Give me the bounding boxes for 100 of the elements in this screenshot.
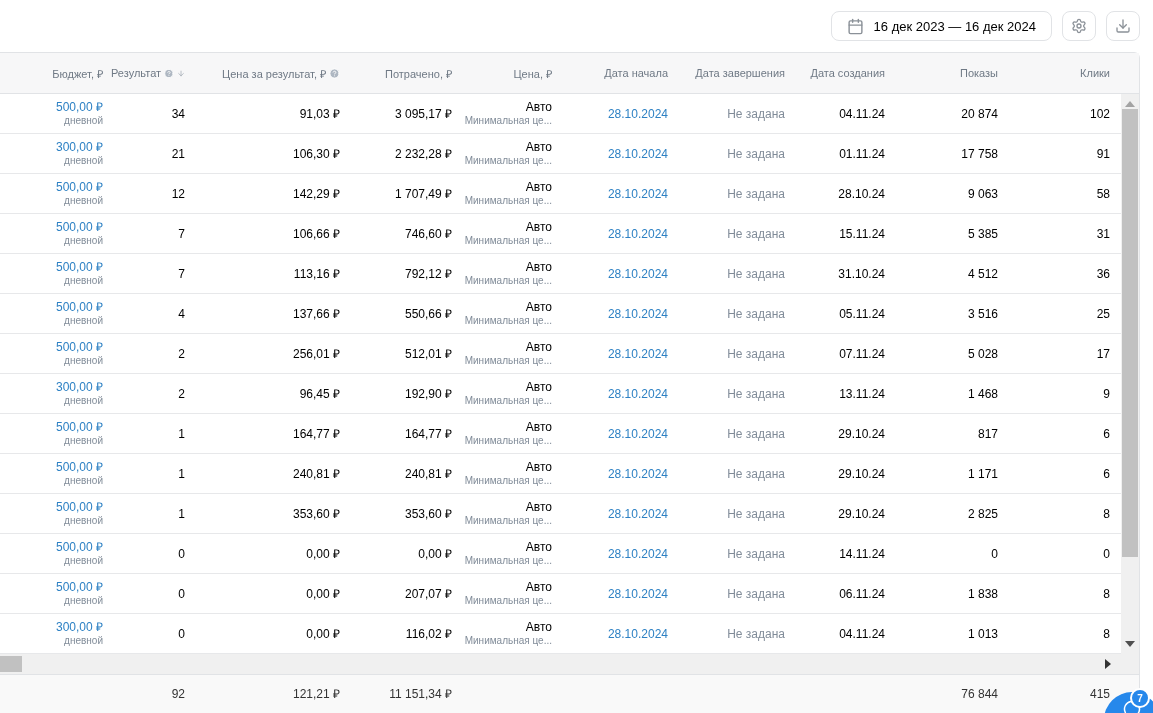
table-cell: 17 758	[961, 146, 998, 161]
budget-link[interactable]: 500,00 ₽	[55, 459, 103, 474]
column-header[interactable]: Дата начала	[560, 53, 676, 93]
budget-link[interactable]: 500,00 ₽	[55, 499, 103, 514]
price-note: Минимальная це...	[464, 273, 552, 288]
table-cell: 512,01 ₽	[404, 346, 452, 361]
column-header[interactable]: Цена, ₽	[460, 53, 560, 93]
start-date-link[interactable]: 28.10.2024	[607, 546, 668, 561]
start-date-link[interactable]: 28.10.2024	[607, 306, 668, 321]
price-value: Авто	[525, 339, 552, 354]
start-date-link[interactable]: 28.10.2024	[607, 426, 668, 441]
table-cell: 817	[977, 426, 998, 441]
table-cell: 353,60 ₽	[292, 506, 340, 521]
column-header[interactable]: Дата завершения	[676, 53, 793, 93]
help-icon[interactable]	[164, 67, 174, 79]
end-date: Не задана	[727, 346, 785, 361]
table-cell: 1 838	[967, 586, 998, 601]
budget-link[interactable]: 500,00 ₽	[55, 259, 103, 274]
start-date-link[interactable]: 28.10.2024	[607, 186, 668, 201]
table-cell: 1	[178, 506, 185, 521]
budget-link[interactable]: 300,00 ₽	[55, 619, 103, 634]
horizontal-scrollbar[interactable]	[0, 654, 1139, 674]
start-date-link[interactable]: 28.10.2024	[607, 226, 668, 241]
download-button[interactable]	[1106, 11, 1140, 41]
table-cell: 8	[1103, 626, 1110, 641]
price-note: Минимальная це...	[464, 593, 552, 608]
column-header[interactable]: Потрачено, ₽	[348, 53, 460, 93]
budget-link[interactable]: 500,00 ₽	[55, 419, 103, 434]
column-header[interactable]: Результат	[111, 53, 193, 93]
budget-link[interactable]: 300,00 ₽	[55, 379, 103, 394]
start-date-link[interactable]: 28.10.2024	[607, 146, 668, 161]
table-cell: 1 468	[967, 386, 998, 401]
table-cell: 0,00 ₽	[306, 546, 340, 561]
table-cell: 164,77 ₽	[404, 426, 452, 441]
budget-link[interactable]: 500,00 ₽	[55, 179, 103, 194]
table-cell: 17	[1096, 346, 1110, 361]
end-date: Не задана	[727, 626, 785, 641]
table-cell: 01.11.24	[839, 146, 885, 161]
table-cell: 04.11.24	[839, 106, 885, 121]
price-note: Минимальная це...	[464, 113, 552, 128]
table-cell: 58	[1096, 186, 1110, 201]
table-cell: 29.10.24	[838, 426, 885, 441]
price-note: Минимальная це...	[464, 193, 552, 208]
table-cell: 746,60 ₽	[404, 226, 452, 241]
table-cell: 0	[178, 586, 185, 601]
table-cell: 14.11.24	[839, 546, 885, 561]
date-range-button[interactable]: 16 дек 2023 — 16 дек 2024	[830, 11, 1052, 41]
budget-link[interactable]: 500,00 ₽	[55, 219, 103, 234]
column-header[interactable]: Дата создания	[793, 53, 893, 93]
table-cell: 36	[1096, 266, 1110, 281]
table-cell: 05.11.24	[839, 306, 885, 321]
table-cell: 3 095,17 ₽	[394, 106, 452, 121]
price-note: Минимальная це...	[464, 553, 552, 568]
start-date-link[interactable]: 28.10.2024	[607, 106, 668, 121]
column-header[interactable]: Клики	[1006, 53, 1118, 93]
table-cell: 5 385	[967, 226, 998, 241]
table-cell: 0	[178, 626, 185, 641]
end-date: Не задана	[727, 546, 785, 561]
sort-arrow-icon[interactable]	[176, 68, 185, 78]
help-icon[interactable]	[329, 67, 340, 79]
price-note: Минимальная це...	[464, 313, 552, 328]
budget-type: дневной	[64, 353, 103, 368]
budget-type: дневной	[64, 433, 103, 448]
settings-icon	[1071, 18, 1087, 34]
table-cell: 106,30 ₽	[292, 146, 340, 161]
vertical-scrollbar[interactable]	[1121, 94, 1139, 654]
table-cell: 1 171	[967, 466, 998, 481]
table-cell: 15.11.24	[839, 226, 885, 241]
total-value: 415	[1089, 687, 1110, 701]
table-cell: 192,90 ₽	[404, 386, 452, 401]
table-cell: 31	[1096, 226, 1110, 241]
start-date-link[interactable]: 28.10.2024	[607, 466, 668, 481]
price-value: Авто	[525, 259, 552, 274]
settings-button[interactable]	[1062, 11, 1096, 41]
budget-link[interactable]: 300,00 ₽	[55, 139, 103, 154]
column-header[interactable]: Бюджет, ₽	[0, 53, 111, 93]
column-header[interactable]: Показы	[893, 53, 1006, 93]
download-icon	[1115, 18, 1131, 34]
budget-link[interactable]: 500,00 ₽	[55, 539, 103, 554]
start-date-link[interactable]: 28.10.2024	[607, 386, 668, 401]
table-cell: 29.10.24	[838, 506, 885, 521]
table-cell: 256,01 ₽	[292, 346, 340, 361]
column-header[interactable]: Цена за результат, ₽	[193, 53, 348, 93]
table-cell: 91	[1096, 146, 1110, 161]
end-date: Не задана	[727, 506, 785, 521]
end-date: Не задана	[727, 586, 785, 601]
table-cell: 353,60 ₽	[404, 506, 452, 521]
price-value: Авто	[525, 139, 552, 154]
budget-link[interactable]: 500,00 ₽	[55, 579, 103, 594]
end-date: Не задана	[727, 186, 785, 201]
budget-link[interactable]: 500,00 ₽	[55, 99, 103, 114]
start-date-link[interactable]: 28.10.2024	[607, 586, 668, 601]
price-value: Авто	[525, 419, 552, 434]
budget-link[interactable]: 500,00 ₽	[55, 299, 103, 314]
table-cell: 9 063	[967, 186, 998, 201]
start-date-link[interactable]: 28.10.2024	[607, 266, 668, 281]
start-date-link[interactable]: 28.10.2024	[607, 626, 668, 641]
start-date-link[interactable]: 28.10.2024	[607, 506, 668, 521]
start-date-link[interactable]: 28.10.2024	[607, 346, 668, 361]
budget-link[interactable]: 500,00 ₽	[55, 339, 103, 354]
